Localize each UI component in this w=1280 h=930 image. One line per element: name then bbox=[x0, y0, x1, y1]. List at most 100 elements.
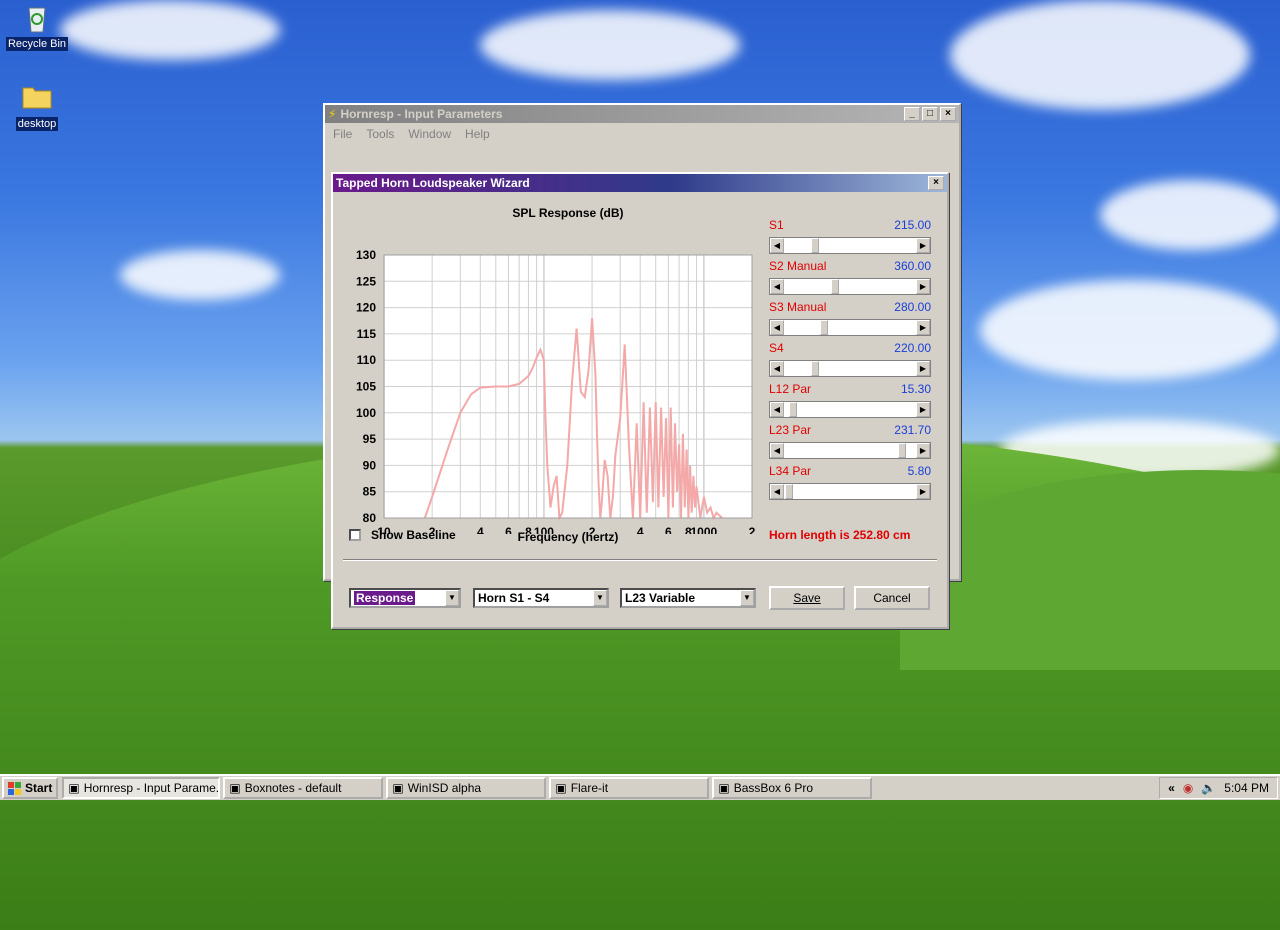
save-button[interactable]: Save bbox=[769, 586, 845, 610]
show-baseline-row[interactable]: Show Baseline bbox=[349, 528, 456, 542]
slider-name: S3 Manual bbox=[769, 300, 827, 314]
app-icon: ▣ bbox=[555, 781, 567, 795]
arrow-left-icon[interactable]: ◀ bbox=[770, 361, 784, 376]
menu-file[interactable]: File bbox=[333, 127, 352, 141]
y-tick-label: 115 bbox=[357, 327, 377, 341]
slider-track[interactable]: ◀ ▶ bbox=[769, 401, 931, 418]
x-axis-label: Frequency (hertz) bbox=[517, 530, 619, 544]
arrow-right-icon[interactable]: ▶ bbox=[916, 320, 930, 335]
taskbar: Start ▣ Hornresp - Input Parame... ▣ Boxnot… bbox=[0, 774, 1280, 800]
slider-thumb[interactable] bbox=[831, 279, 840, 294]
menu-window[interactable]: Window bbox=[408, 127, 451, 141]
variable-select[interactable]: L23 Variable ▼ bbox=[620, 588, 756, 608]
show-baseline-label: Show Baseline bbox=[371, 528, 456, 542]
chart-plot-svg: 1301251201151101051009590858010 2 4 6 8 100 2 4… bbox=[356, 248, 756, 534]
variable-select-value: L23 Variable bbox=[625, 591, 696, 605]
view-select[interactable]: Response ▼ bbox=[349, 588, 461, 608]
slider-header: L34 Par 5.80 bbox=[769, 464, 931, 478]
minimize-button[interactable]: _ bbox=[904, 107, 920, 121]
menu-tools[interactable]: Tools bbox=[366, 127, 394, 141]
slider-name: L12 Par bbox=[769, 382, 812, 396]
arrow-right-icon[interactable]: ▶ bbox=[916, 443, 930, 458]
y-tick-label: 125 bbox=[356, 274, 376, 288]
maximize-button[interactable]: □ bbox=[922, 107, 938, 121]
slider-name: S2 Manual bbox=[769, 259, 827, 273]
arrow-right-icon[interactable]: ▶ bbox=[916, 484, 930, 499]
arrow-right-icon[interactable]: ▶ bbox=[916, 279, 930, 294]
slider-value: 220.00 bbox=[894, 341, 931, 355]
slider-track[interactable]: ◀ ▶ bbox=[769, 278, 931, 295]
slider-track[interactable]: ◀ ▶ bbox=[769, 483, 931, 500]
taskbar-task[interactable]: ▣ Hornresp - Input Parame... bbox=[62, 777, 221, 799]
y-tick-label: 80 bbox=[363, 511, 377, 525]
tray-expand-button[interactable]: « bbox=[1168, 781, 1175, 795]
slider-thumb[interactable] bbox=[898, 443, 907, 458]
slider-thumb[interactable] bbox=[819, 320, 828, 335]
arrow-right-icon[interactable]: ▶ bbox=[916, 361, 930, 376]
y-tick-label: 105 bbox=[356, 380, 376, 394]
cancel-button-label: Cancel bbox=[873, 591, 911, 605]
cancel-button[interactable]: Cancel bbox=[854, 586, 930, 610]
x-tick-label: 4 bbox=[637, 525, 644, 534]
slider-thumb[interactable] bbox=[811, 238, 820, 253]
close-button[interactable]: × bbox=[928, 176, 944, 190]
recycle-bin-icon bbox=[21, 2, 53, 34]
slider-track[interactable]: ◀ ▶ bbox=[769, 237, 931, 254]
slider-header: S1 215.00 bbox=[769, 218, 931, 232]
slider-row: S3 Manual 280.00 ◀ ▶ bbox=[769, 300, 931, 336]
slider-name: L23 Par bbox=[769, 423, 812, 437]
slider-row: L23 Par 231.70 ◀ ▶ bbox=[769, 423, 931, 459]
slider-track[interactable]: ◀ ▶ bbox=[769, 319, 931, 336]
slider-header: S2 Manual 360.00 bbox=[769, 259, 931, 273]
slider-thumb[interactable] bbox=[811, 361, 820, 376]
slider-value: 5.80 bbox=[907, 464, 931, 478]
slider-row: S1 215.00 ◀ ▶ bbox=[769, 218, 931, 254]
desktop-icon-recycle-bin[interactable]: Recycle Bin bbox=[2, 2, 72, 51]
task-label: Boxnotes - default bbox=[244, 781, 342, 795]
chevron-down-icon[interactable]: ▼ bbox=[593, 590, 607, 606]
start-button[interactable]: Start bbox=[2, 777, 59, 799]
chevron-down-icon[interactable]: ▼ bbox=[445, 590, 459, 606]
horn-length-text: Horn length is 252.80 cm bbox=[769, 528, 911, 542]
slider-value: 280.00 bbox=[894, 300, 931, 314]
tray-app-icon[interactable]: ◉ bbox=[1183, 781, 1193, 795]
start-label: Start bbox=[25, 781, 53, 795]
window-title: Hornresp - Input Parameters bbox=[340, 107, 503, 121]
y-tick-label: 90 bbox=[363, 458, 377, 472]
arrow-left-icon[interactable]: ◀ bbox=[770, 484, 784, 499]
spl-chart: SPL Response (dB) 130 125 120 115 110 105 100 9… bbox=[333, 194, 763, 544]
taskbar-task[interactable]: ▣ Boxnotes - default bbox=[223, 777, 384, 799]
arrow-left-icon[interactable]: ◀ bbox=[770, 443, 784, 458]
desktop-icon-desktop-folder[interactable]: desktop bbox=[2, 82, 72, 131]
show-baseline-checkbox[interactable] bbox=[349, 529, 361, 541]
slider-track[interactable]: ◀ ▶ bbox=[769, 360, 931, 377]
y-tick-label: 120 bbox=[356, 301, 376, 315]
arrow-right-icon[interactable]: ▶ bbox=[916, 238, 930, 253]
close-button[interactable]: × bbox=[940, 107, 956, 121]
slider-thumb[interactable] bbox=[785, 484, 794, 499]
arrow-left-icon[interactable]: ◀ bbox=[770, 320, 784, 335]
desktop-icon-label: desktop bbox=[15, 117, 59, 131]
taskbar-task[interactable]: ▣ Flare-it bbox=[549, 777, 710, 799]
menu-help[interactable]: Help bbox=[465, 127, 490, 141]
clock[interactable]: 5:04 PM bbox=[1224, 781, 1269, 795]
volume-icon[interactable]: 🔈 bbox=[1201, 781, 1216, 795]
x-tick-label: 4 bbox=[477, 525, 484, 534]
save-button-label: Save bbox=[793, 591, 821, 605]
system-tray: « ◉ 🔈 5:04 PM bbox=[1159, 777, 1278, 799]
chart-title: SPL Response (dB) bbox=[512, 206, 624, 220]
taskbar-tasks: ▣ Hornresp - Input Parame... ▣ Boxnotes - d… bbox=[62, 777, 875, 799]
arrow-left-icon[interactable]: ◀ bbox=[770, 279, 784, 294]
chevron-down-icon[interactable]: ▼ bbox=[740, 590, 754, 606]
horn-select[interactable]: Horn S1 - S4 ▼ bbox=[473, 588, 609, 608]
y-tick-label: 100 bbox=[356, 406, 376, 420]
menu-bar: File Tools Window Help bbox=[325, 123, 959, 145]
y-tick-label: 130 bbox=[356, 248, 376, 262]
arrow-right-icon[interactable]: ▶ bbox=[916, 402, 930, 417]
slider-track[interactable]: ◀ ▶ bbox=[769, 442, 931, 459]
slider-thumb[interactable] bbox=[788, 402, 797, 417]
taskbar-task[interactable]: ▣ WinISD alpha bbox=[386, 777, 547, 799]
arrow-left-icon[interactable]: ◀ bbox=[770, 238, 784, 253]
arrow-left-icon[interactable]: ◀ bbox=[770, 402, 784, 417]
taskbar-task[interactable]: ▣ BassBox 6 Pro bbox=[712, 777, 873, 799]
